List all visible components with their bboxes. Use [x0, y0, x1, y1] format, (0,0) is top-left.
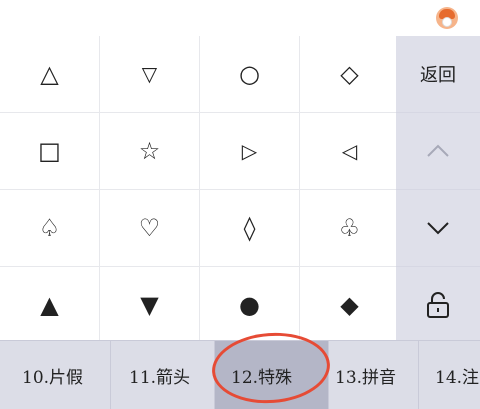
symbol-key[interactable]: ▷	[200, 113, 299, 189]
symbol-key[interactable]: △	[0, 36, 99, 112]
tab-katakana[interactable]: 10.片假	[0, 341, 110, 409]
back-button[interactable]: 返回	[396, 36, 480, 112]
symbol-key[interactable]: ▽	[100, 36, 199, 112]
tab-special[interactable]: 12.特殊	[214, 341, 328, 409]
tab-arrows[interactable]: 11.箭头	[110, 341, 214, 409]
page-down-button[interactable]	[396, 190, 480, 266]
top-bar	[0, 0, 480, 37]
symbol-key[interactable]: □	[0, 113, 99, 189]
lock-icon	[427, 292, 449, 318]
symbol-key[interactable]: ▲	[0, 267, 99, 343]
symbol-key[interactable]: ♤	[0, 190, 99, 266]
lock-button[interactable]	[396, 267, 480, 343]
symbol-key[interactable]: ◇	[300, 36, 399, 112]
symbol-key[interactable]: ◊	[200, 190, 299, 266]
symbol-key[interactable]: ♧	[300, 190, 399, 266]
side-panel: 返回	[396, 36, 480, 343]
symbol-key[interactable]: ○	[200, 36, 299, 112]
chevron-up-icon	[427, 144, 449, 157]
tab-pinyin[interactable]: 13.拼音	[328, 341, 418, 409]
symbol-grid: △ ▽ ○ ◇ □ ☆ ▷ ◁ ♤ ♡ ◊ ♧ ▲ ▼ ● ◆	[0, 36, 399, 343]
symbol-key[interactable]: ◁	[300, 113, 399, 189]
avatar-icon[interactable]	[436, 7, 458, 29]
symbol-key[interactable]: ♡	[100, 190, 199, 266]
symbol-key[interactable]: ●	[200, 267, 299, 343]
symbol-key[interactable]: ▼	[100, 267, 199, 343]
tab-zhuyin[interactable]: 14.注	[418, 341, 480, 409]
page-up-button[interactable]	[396, 113, 480, 189]
chevron-down-icon	[427, 222, 449, 235]
symbol-key[interactable]: ◆	[300, 267, 399, 343]
category-bar: 10.片假 11.箭头 12.特殊 13.拼音 14.注	[0, 340, 480, 409]
symbol-key[interactable]: ☆	[100, 113, 199, 189]
